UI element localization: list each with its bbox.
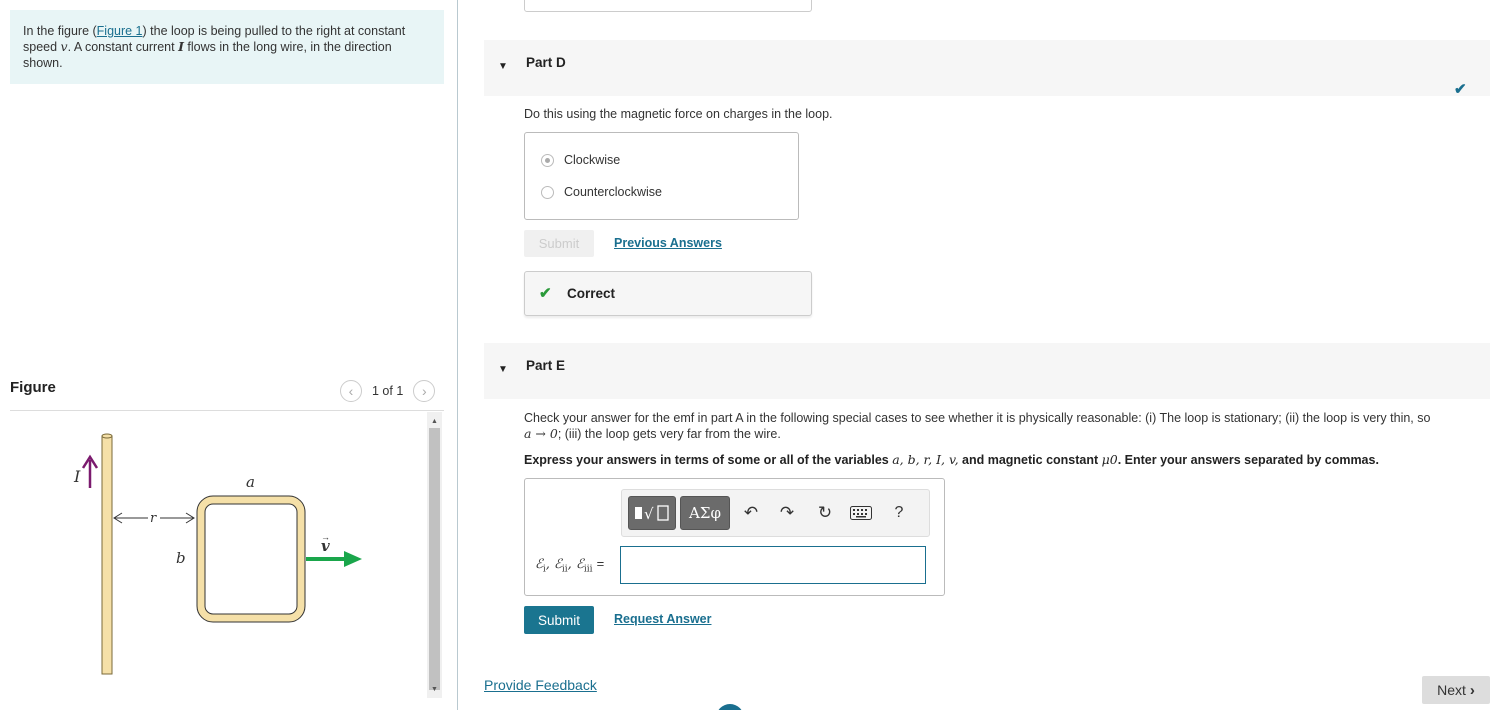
part-e-header[interactable]: ▼ Part E [484, 343, 1490, 399]
answer-options: Clockwise Counterclockwise [524, 132, 799, 220]
help-bubble-icon[interactable] [716, 704, 744, 710]
part-d-title: Part D [526, 55, 566, 70]
option-label: Clockwise [564, 153, 621, 167]
help-icon[interactable]: ? [886, 500, 912, 526]
templates-icon[interactable]: √ [628, 496, 676, 530]
figure-image: I r a b v → [73, 433, 362, 675]
part-e-title: Part E [526, 358, 566, 373]
answer-input[interactable] [620, 546, 926, 584]
next-button[interactable]: Next › [1422, 676, 1490, 704]
answer-entry-box: √ ΑΣφ ↶ ↷ ↻ ? ℰi, ℰii, ℰiii = [524, 478, 945, 596]
problem-text: . A constant current [67, 40, 179, 54]
reset-icon[interactable]: ↻ [812, 500, 838, 526]
keyboard-icon[interactable] [848, 500, 874, 526]
part-d-header[interactable]: ▼ Part D [484, 40, 1490, 96]
part-d-instruction: Do this using the magnetic force on char… [524, 107, 833, 121]
collapse-icon[interactable]: ▼ [498, 61, 508, 72]
previous-feedback-box [524, 0, 812, 12]
next-figure-icon[interactable]: › [413, 380, 436, 402]
submit-button[interactable]: Submit [524, 606, 594, 634]
figure-title: Figure [10, 379, 56, 396]
label-I: I [73, 467, 81, 486]
provide-feedback-link[interactable]: Provide Feedback [484, 677, 597, 693]
completed-check-icon: ✔ [1454, 81, 1467, 98]
figure-counter: 1 of 1 [372, 384, 404, 398]
correct-check-icon: ✔ [539, 285, 552, 302]
problem-statement: In the figure (Figure 1) the loop is bei… [10, 10, 444, 84]
scroll-up-icon[interactable]: ▲ [427, 414, 442, 428]
emf-label: ℰi, ℰii, ℰiii = [535, 556, 605, 575]
label-a: a [246, 473, 255, 491]
prev-figure-icon[interactable]: ‹ [340, 380, 362, 402]
correct-label: Correct [567, 286, 616, 301]
previous-answers-link[interactable]: Previous Answers [614, 236, 722, 250]
option-clockwise[interactable]: Clockwise [541, 153, 620, 167]
label-r: r [150, 511, 157, 526]
long-wire [101, 435, 113, 675]
figure-nav: ‹ 1 of 1 › [340, 380, 436, 402]
redo-icon[interactable]: ↷ [774, 500, 800, 526]
math-toolbar: √ ΑΣφ ↶ ↷ ↻ ? [621, 489, 930, 537]
figure-scrollbar[interactable]: ▲ ▼ [427, 412, 442, 698]
collapse-icon[interactable]: ▼ [498, 364, 508, 375]
var-v: v [60, 39, 68, 54]
wire-top [101, 433, 113, 439]
next-label: Next [1437, 682, 1466, 698]
request-answer-link[interactable]: Request Answer [614, 612, 711, 626]
undo-icon[interactable]: ↶ [738, 500, 764, 526]
option-label: Counterclockwise [564, 185, 662, 199]
radio-selected[interactable] [541, 153, 554, 167]
label-b: b [176, 549, 186, 567]
radio-unselected[interactable] [541, 185, 554, 199]
option-counterclockwise[interactable]: Counterclockwise [541, 185, 662, 199]
vector-arrow-icon: → [321, 532, 330, 542]
figure-link[interactable]: Figure 1 [97, 24, 143, 38]
scroll-thumb[interactable] [429, 428, 440, 690]
divider [10, 410, 444, 411]
wire-loop-inner [204, 503, 298, 615]
correct-feedback: ✔ Correct [524, 271, 812, 316]
part-e-instruction: Check your answer for the emf in part A … [524, 411, 1431, 441]
svg-text:√: √ [644, 505, 654, 523]
submit-button-disabled: Submit [524, 230, 594, 257]
chevron-right-icon: › [1469, 681, 1475, 699]
greek-symbols-icon[interactable]: ΑΣφ [680, 496, 730, 530]
problem-text: In the figure ( [23, 24, 97, 38]
velocity-arrowhead [344, 551, 362, 567]
panel-divider[interactable] [457, 0, 458, 710]
scroll-down-icon[interactable]: ▼ [427, 682, 442, 696]
express-instruction: Express your answers in terms of some or… [524, 452, 1379, 467]
